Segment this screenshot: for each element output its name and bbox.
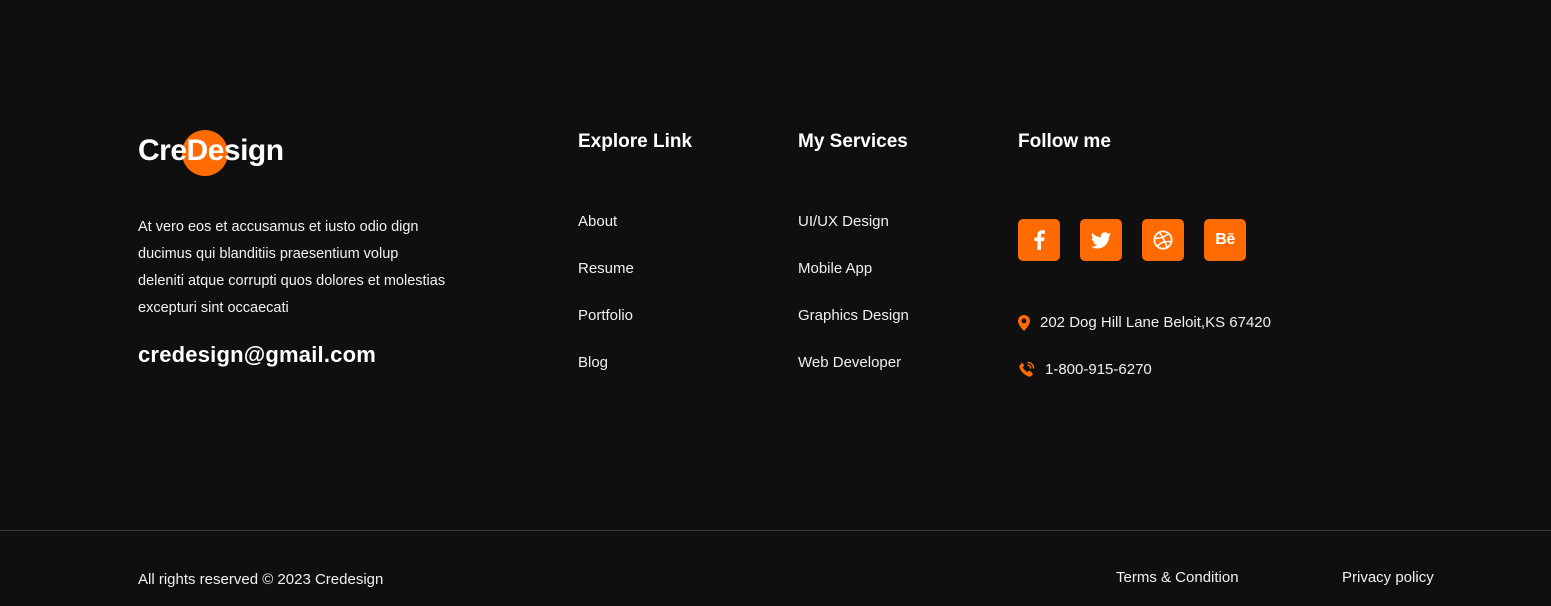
explore-link-blog[interactable]: Blog xyxy=(578,353,692,400)
service-link-graphics-design[interactable]: Graphics Design xyxy=(798,306,909,353)
services-column: My Services UI/UX Design Mobile App Grap… xyxy=(798,130,909,400)
logo[interactable]: CreDesign xyxy=(138,128,285,176)
twitter-button[interactable] xyxy=(1080,219,1122,261)
brand-section: CreDesign At vero eos et accusamus et iu… xyxy=(138,128,458,368)
explore-links-column: Explore Link About Resume Portfolio Blog xyxy=(578,130,692,400)
behance-button[interactable]: Bē xyxy=(1204,219,1246,261)
phone-icon xyxy=(1018,361,1045,378)
explore-link-about[interactable]: About xyxy=(578,212,692,259)
footer-divider xyxy=(0,530,1551,531)
brand-description: At vero eos et accusamus et iusto odio d… xyxy=(138,219,446,316)
social-links: Bē xyxy=(1018,219,1271,261)
services-list: UI/UX Design Mobile App Graphics Design … xyxy=(798,212,909,400)
explore-links-list: About Resume Portfolio Blog xyxy=(578,212,692,400)
terms-link[interactable]: Terms & Condition xyxy=(1116,569,1239,586)
facebook-icon xyxy=(1034,230,1045,250)
twitter-icon xyxy=(1091,231,1111,248)
contact-info: 202 Dog Hill Lane Beloit,KS 67420 1-800-… xyxy=(1018,299,1271,393)
explore-link-resume[interactable]: Resume xyxy=(578,259,692,306)
service-link-mobile-app[interactable]: Mobile App xyxy=(798,259,909,306)
footer: CreDesign At vero eos et accusamus et iu… xyxy=(0,0,1551,606)
dribbble-icon xyxy=(1153,230,1173,250)
copyright-text: All rights reserved © 2023 Credesign xyxy=(138,571,384,588)
services-heading: My Services xyxy=(798,131,908,152)
logo-text-part2: Design xyxy=(186,134,285,167)
phone-row: 1-800-915-6270 xyxy=(1018,346,1271,393)
explore-link-portfolio[interactable]: Portfolio xyxy=(578,306,692,353)
behance-icon: Bē xyxy=(1215,231,1235,248)
phone-text[interactable]: 1-800-915-6270 xyxy=(1045,361,1152,378)
map-pin-icon xyxy=(1018,314,1040,331)
facebook-button[interactable] xyxy=(1018,219,1060,261)
address-text: 202 Dog Hill Lane Beloit,KS 67420 xyxy=(1040,314,1271,331)
service-link-web-developer[interactable]: Web Developer xyxy=(798,353,909,400)
follow-heading: Follow me xyxy=(1018,131,1111,152)
logo-text-part1: Cre xyxy=(138,134,187,167)
service-link-uiux[interactable]: UI/UX Design xyxy=(798,212,909,259)
dribbble-button[interactable] xyxy=(1142,219,1184,261)
explore-links-heading: Explore Link xyxy=(578,131,693,152)
follow-column: Follow me Bē 202 Dog Hill Lane Beloit,KS… xyxy=(1018,130,1271,393)
address-row: 202 Dog Hill Lane Beloit,KS 67420 xyxy=(1018,299,1271,346)
contact-email[interactable]: credesign@gmail.com xyxy=(138,342,458,368)
privacy-link[interactable]: Privacy policy xyxy=(1342,569,1434,586)
